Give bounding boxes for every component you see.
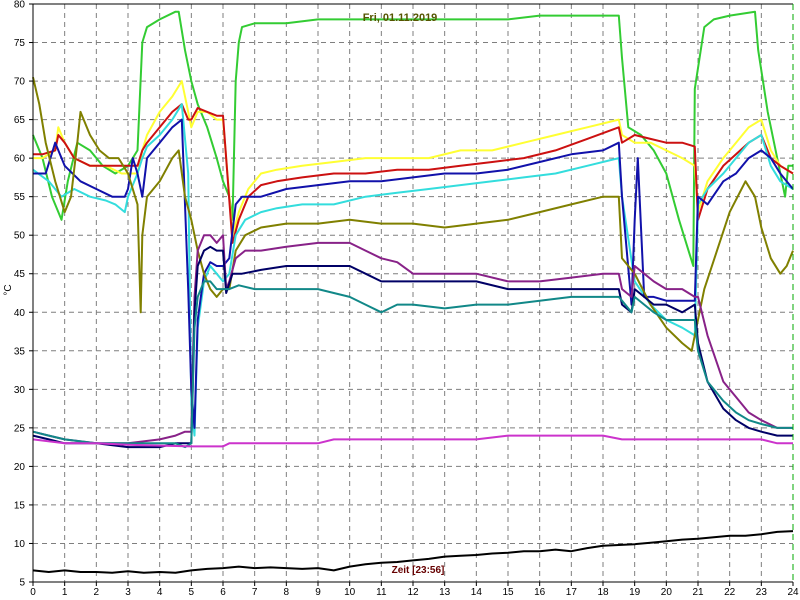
y-tick-label: 65 [14,115,26,126]
x-tick-label: 1 [62,587,68,598]
x-tick-label: 9 [315,587,321,598]
x-tick-label: 18 [597,587,609,598]
x-tick-label: 7 [252,587,258,598]
x-tick-label: 3 [125,587,131,598]
y-tick-label: 30 [14,385,26,396]
axes [29,3,794,586]
x-tick-label: 11 [376,587,387,598]
y-tick-label: 75 [14,38,26,49]
y-tick-label: 50 [14,231,26,242]
x-tick-label: 19 [629,587,641,598]
x-tick-label: 14 [471,587,483,598]
x-tick-label: 5 [189,587,195,598]
x-tick-label: 22 [724,587,736,598]
y-tick-label: 80 [14,0,26,11]
x-tick-label: 20 [661,587,673,598]
chart-container: 0 1 2 3 4 5 6 7 8 9 10 11 12 13 14 15 16 17 18 19 20 21 22 23 24… [0,0,800,600]
y-tick-label: 40 [14,308,26,319]
y-tick-label: 60 [14,154,26,165]
grid [33,4,793,582]
x-tick-label: 16 [534,587,546,598]
y-tick-label: 5 [19,578,25,589]
y-tick-label: 45 [14,269,26,280]
x-tick-label: 23 [756,587,768,598]
x-tick-label: 4 [157,587,163,598]
y-tick-label: 35 [14,346,26,357]
x-tick-label: 15 [502,587,514,598]
y-tick-label: 70 [14,77,26,88]
x-axis-label: Zeit [23:56] [392,565,445,576]
x-tick-label: 12 [407,587,419,598]
chart-title: Fri, 01.11.2019 [363,12,438,24]
y-tick-label: 25 [14,423,26,434]
y-tick-label: 55 [14,192,26,203]
tick-labels: 0 1 2 3 4 5 6 7 8 9 10 11 12 13 14 15 16 17 18 19 20 21 22 23 24… [14,0,799,598]
x-tick-label: 24 [787,587,799,598]
x-tick-label: 6 [220,587,226,598]
x-tick-label: 13 [439,587,451,598]
chart-svg: 0 1 2 3 4 5 6 7 8 9 10 11 12 13 14 15 16 17 18 19 20 21 22 23 24… [3,0,799,598]
y-axis-label: °C [3,284,14,295]
x-tick-label: 10 [344,587,356,598]
x-tick-label: 21 [692,587,704,598]
x-tick-label: 2 [94,587,100,598]
x-tick-label: 0 [30,587,36,598]
x-tick-label: 17 [566,587,578,598]
x-tick-label: 8 [284,587,290,598]
y-tick-label: 10 [14,539,26,550]
y-tick-label: 15 [14,500,26,511]
y-tick-label: 20 [14,462,26,473]
